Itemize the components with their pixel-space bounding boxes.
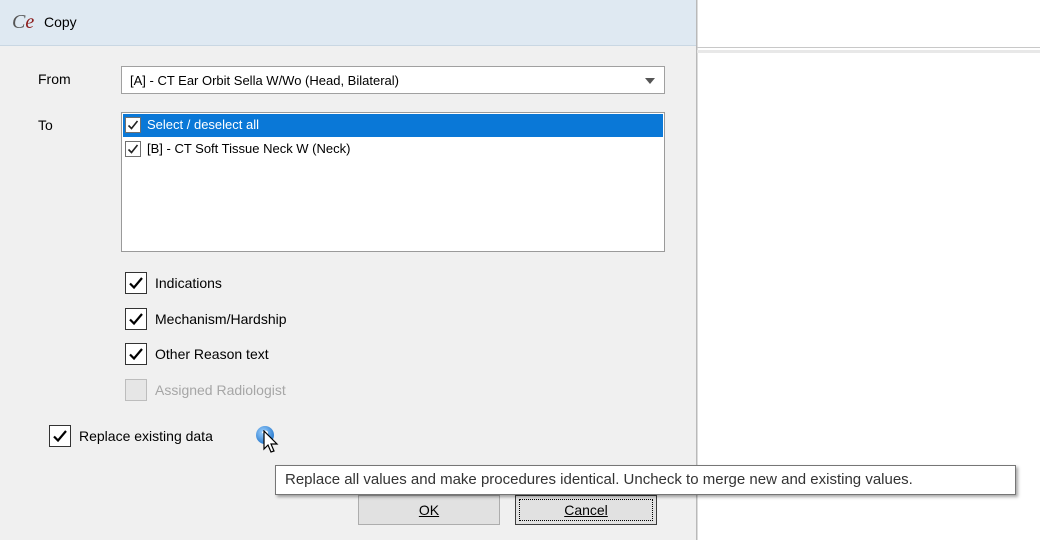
- checkmark-icon: [53, 430, 67, 443]
- ok-button[interactable]: OK: [358, 495, 500, 525]
- replace-existing-label: Replace existing data: [79, 428, 213, 444]
- app-logo-icon: Ce: [12, 11, 35, 33]
- to-listbox[interactable]: Select / deselect all [B] - CT Soft Tiss…: [121, 112, 665, 252]
- from-dropdown[interactable]: [A] - CT Ear Orbit Sella W/Wo (Head, Bil…: [121, 66, 665, 94]
- list-item-procedure-b[interactable]: [B] - CT Soft Tissue Neck W (Neck): [123, 138, 663, 161]
- to-label: To: [38, 117, 53, 133]
- checkmark-icon: [129, 277, 143, 290]
- checkmark-icon: [129, 348, 143, 361]
- from-label: From: [38, 71, 71, 87]
- checkmark-icon: [127, 120, 139, 130]
- dialog-titlebar: Ce Copy: [0, 0, 696, 46]
- checkmark-icon: [129, 313, 143, 326]
- mechanism-hardship-label: Mechanism/Hardship: [155, 311, 287, 327]
- list-item-label: Select / deselect all: [147, 117, 260, 132]
- cancel-button[interactable]: Cancel: [515, 495, 657, 525]
- assigned-radiologist-checkbox: [125, 379, 147, 401]
- background-divider-shadow: [697, 50, 1040, 53]
- other-reason-label: Other Reason text: [155, 346, 269, 362]
- indications-label: Indications: [155, 275, 222, 291]
- list-item-select-all[interactable]: Select / deselect all: [123, 114, 663, 137]
- copy-dialog: Ce Copy From [A] - CT Ear Orbit Sella W/…: [0, 0, 697, 540]
- ok-button-label: OK: [418, 502, 440, 518]
- mechanism-hardship-checkbox[interactable]: [125, 308, 147, 330]
- dialog-title: Copy: [44, 14, 77, 30]
- checkmark-icon: [127, 144, 139, 154]
- mouse-cursor-icon: [263, 430, 279, 453]
- other-reason-checkbox[interactable]: [125, 343, 147, 365]
- background-border: [697, 0, 698, 540]
- indications-checkbox[interactable]: [125, 272, 147, 294]
- chevron-down-icon[interactable]: [645, 78, 655, 84]
- assigned-radiologist-label: Assigned Radiologist: [155, 382, 286, 398]
- background-app-panel: [697, 0, 1040, 540]
- replace-existing-checkbox[interactable]: [49, 425, 71, 447]
- from-dropdown-value: [A] - CT Ear Orbit Sella W/Wo (Head, Bil…: [130, 73, 399, 88]
- list-item-label: [B] - CT Soft Tissue Neck W (Neck): [147, 141, 351, 156]
- procedure-b-checkbox[interactable]: [125, 141, 141, 157]
- select-all-checkbox[interactable]: [125, 117, 141, 133]
- cancel-button-label: Cancel: [564, 502, 608, 518]
- background-divider: [697, 47, 1040, 48]
- replace-tooltip: Replace all values and make procedures i…: [275, 465, 1016, 495]
